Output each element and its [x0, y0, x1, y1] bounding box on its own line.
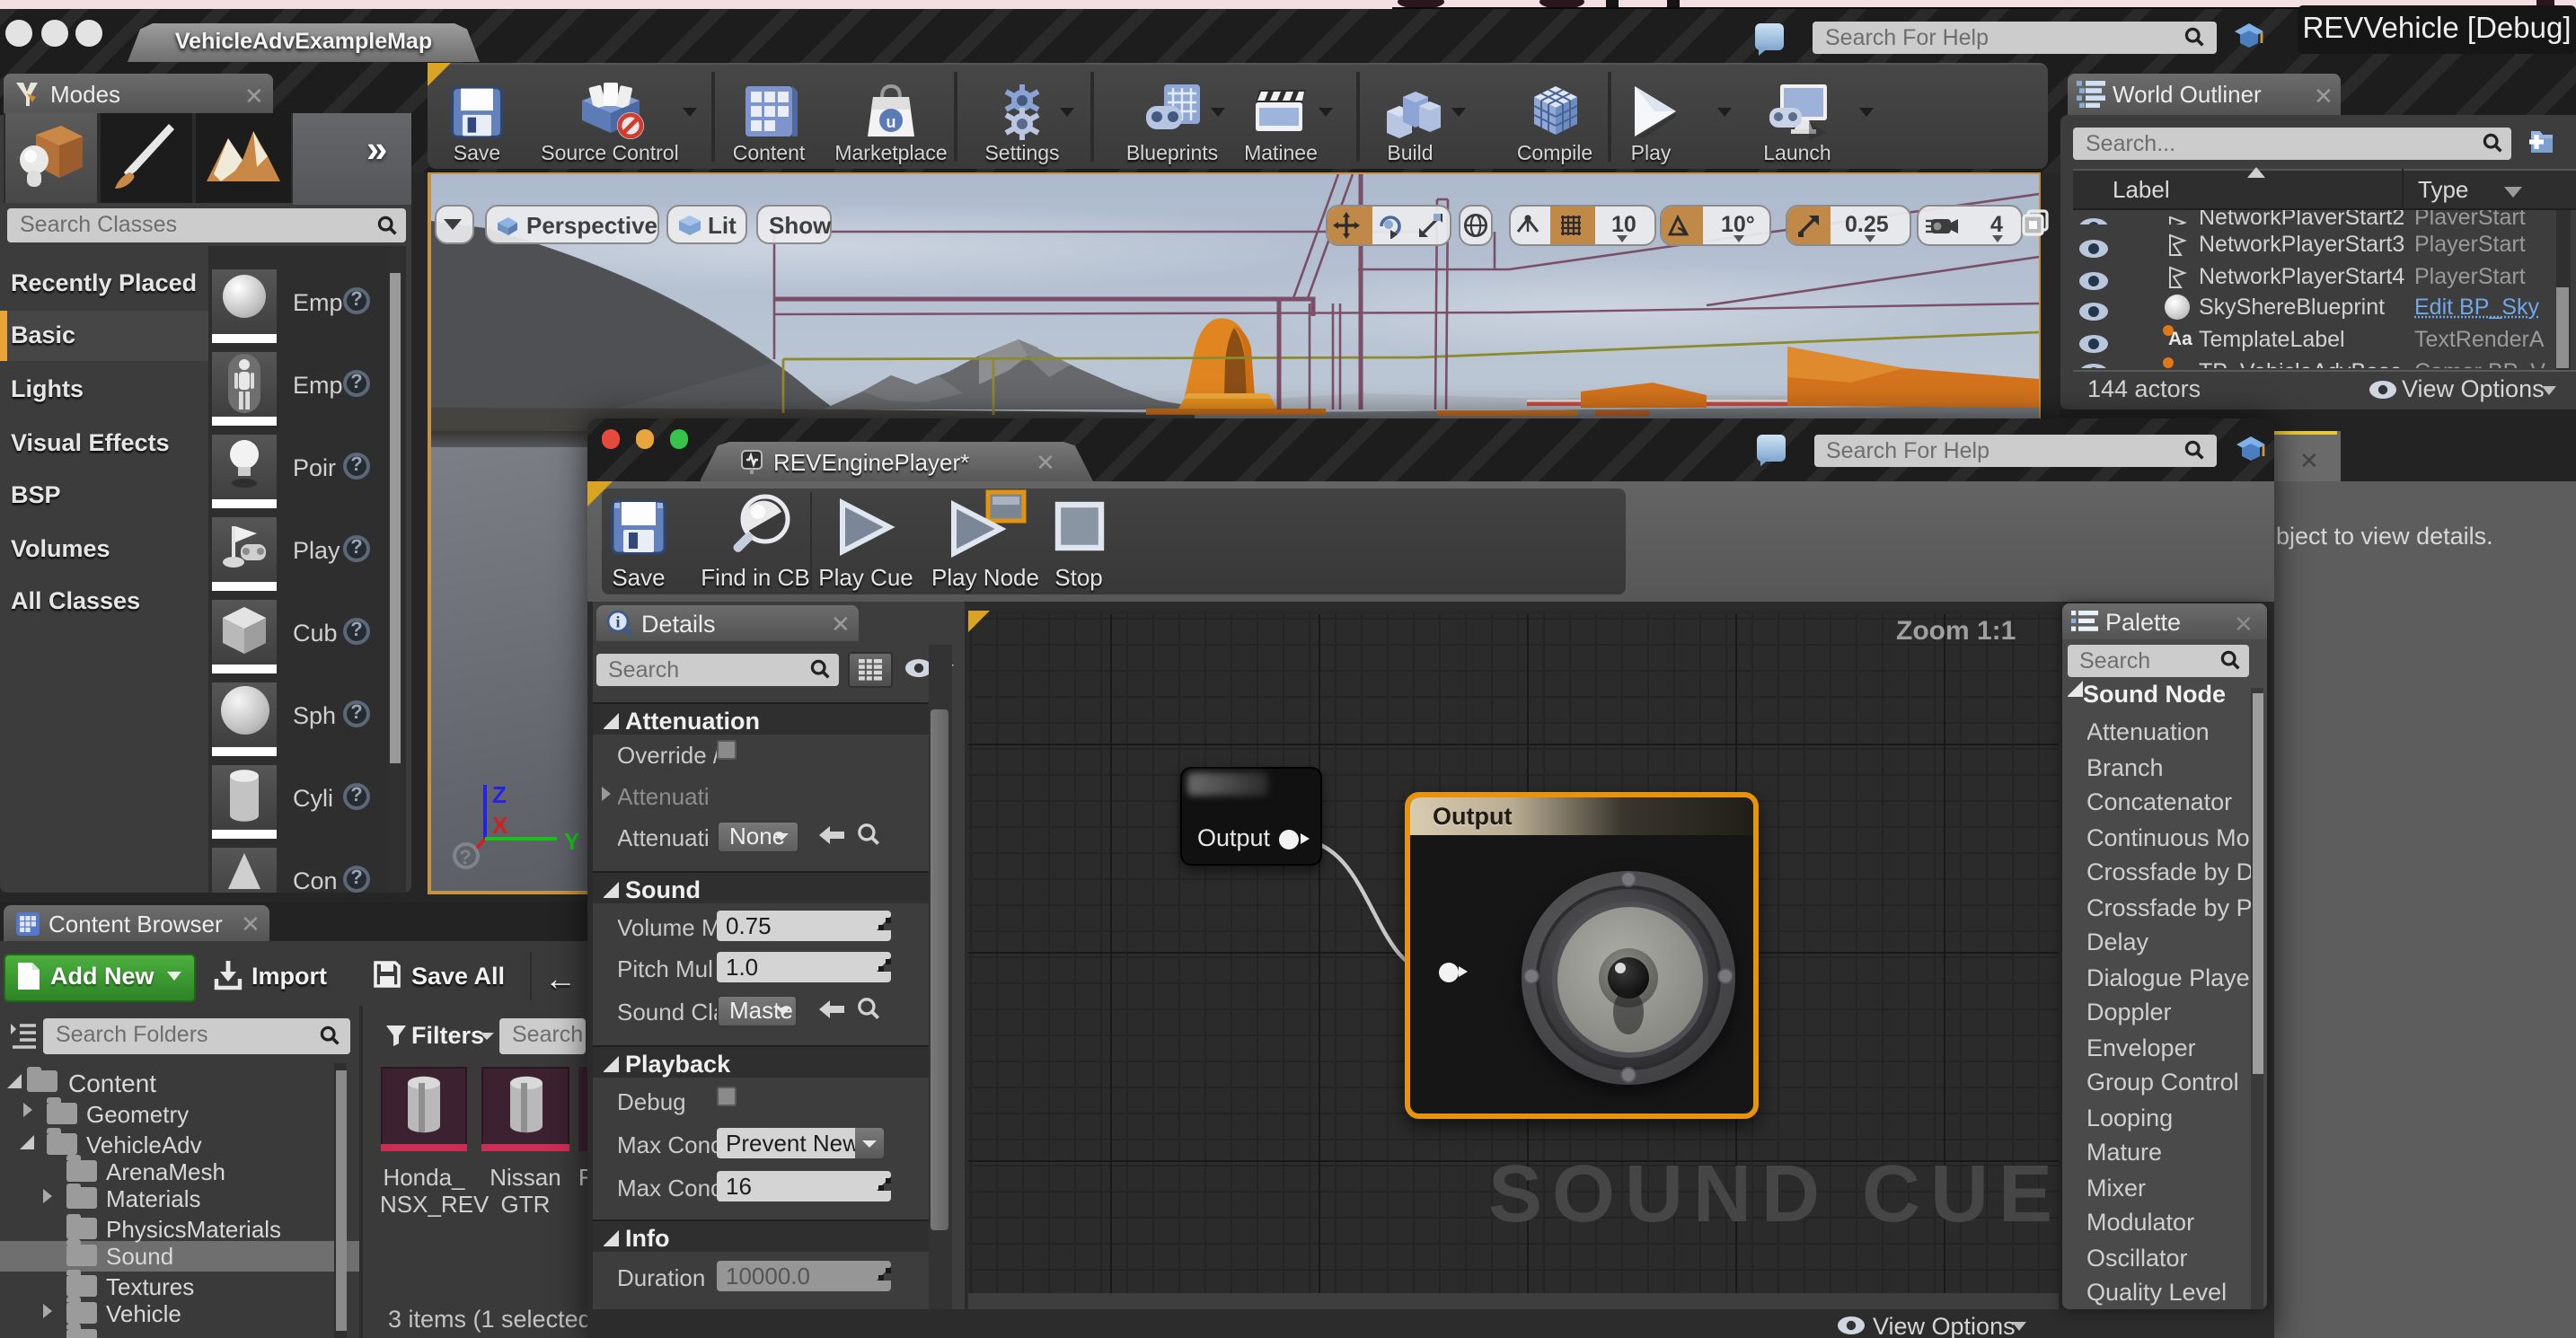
svg-text:X: X [491, 812, 507, 839]
svg-text:Z: Z [491, 781, 506, 808]
svg-text:Y: Y [563, 828, 578, 855]
svg-text:u: u [887, 113, 896, 131]
svg-text:i: i [614, 612, 619, 630]
